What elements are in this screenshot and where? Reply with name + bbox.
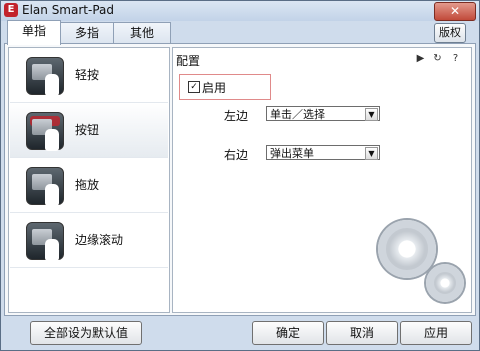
gear-icon	[426, 264, 464, 302]
left-button-value: 单击／选择	[270, 108, 325, 121]
left-button-select[interactable]: 单击／选择 ▼	[266, 106, 380, 121]
right-button-value: 弹出菜单	[270, 147, 314, 160]
enable-label: 启用	[202, 81, 227, 95]
config-title: 配置	[176, 54, 201, 68]
tab-multi-finger[interactable]: 多指	[60, 22, 114, 44]
item-label: 轻按	[75, 68, 100, 82]
apply-button[interactable]: 应用	[400, 321, 472, 345]
item-label: 边缘滚动	[75, 233, 124, 247]
cancel-button[interactable]: 取消	[326, 321, 398, 345]
reset-defaults-button[interactable]: 全部设为默认值	[30, 321, 142, 345]
left-button-label: 左边	[224, 109, 249, 123]
right-button-select[interactable]: 弹出菜单 ▼	[266, 145, 380, 160]
gesture-list: 轻按 按钮 拖放 边缘滚动	[8, 47, 170, 313]
list-item-drag[interactable]: 拖放	[10, 158, 168, 213]
tab-single-finger[interactable]: 单指	[7, 20, 61, 45]
button-icon	[26, 112, 64, 151]
app-icon: E	[4, 3, 18, 17]
item-label: 按钮	[75, 123, 100, 137]
chevron-down-icon[interactable]: ▼	[365, 147, 378, 160]
list-item-tap[interactable]: 轻按	[10, 48, 168, 103]
tab-other[interactable]: 其他	[113, 22, 171, 44]
edge-scroll-icon	[26, 222, 64, 261]
title-bar: E Elan Smart-Pad ✕	[1, 1, 479, 21]
tap-icon	[26, 57, 64, 96]
about-button[interactable]: 版权	[434, 23, 466, 43]
right-button-label: 右边	[224, 148, 249, 162]
close-button[interactable]: ✕	[434, 2, 476, 21]
drag-icon	[26, 167, 64, 206]
enable-checkbox[interactable]: ✓	[188, 81, 200, 93]
enable-checkbox-group[interactable]: ✓ 启用	[179, 74, 271, 100]
window-title: Elan Smart-Pad	[22, 3, 114, 17]
help-icon[interactable]: ?	[449, 52, 462, 65]
list-item-edge-scroll[interactable]: 边缘滚动	[10, 213, 168, 268]
play-icon[interactable]: ▶	[414, 52, 427, 65]
refresh-icon[interactable]: ↻	[431, 52, 444, 65]
gear-icon	[378, 220, 436, 278]
list-item-button[interactable]: 按钮	[10, 103, 168, 158]
item-label: 拖放	[75, 178, 100, 192]
ok-button[interactable]: 确定	[252, 321, 324, 345]
chevron-down-icon[interactable]: ▼	[365, 108, 378, 121]
